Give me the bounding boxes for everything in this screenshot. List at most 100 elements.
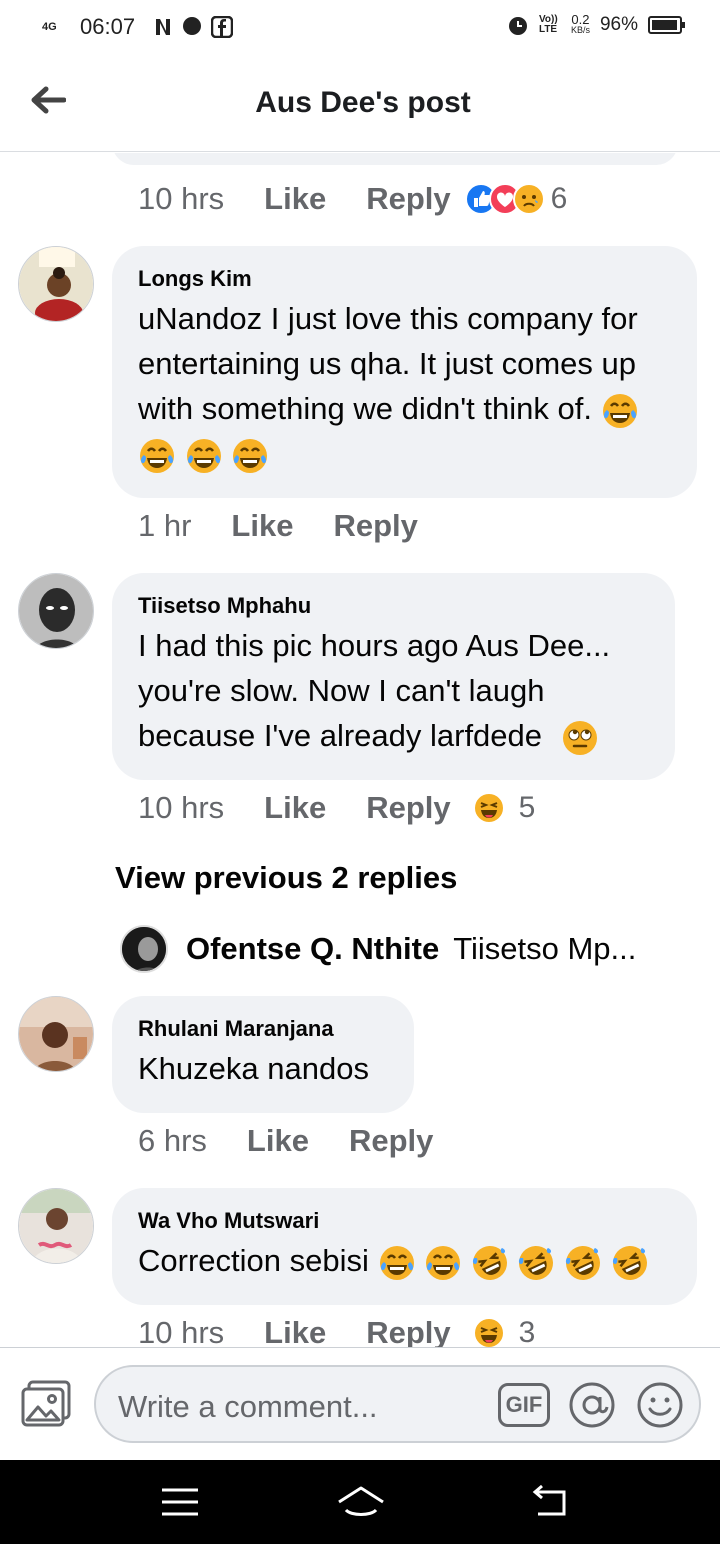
menu-button[interactable] bbox=[158, 1482, 202, 1522]
comment-body: I had this pic hours ago Aus Dee... you'… bbox=[138, 628, 611, 753]
rolling-laughing-emoji-icon bbox=[519, 1245, 554, 1280]
comment-bubble[interactable]: Wa Vho Mutswari Correction sebisi bbox=[112, 1188, 697, 1305]
battery-icon bbox=[648, 16, 685, 34]
battery-level bbox=[652, 20, 677, 30]
facebook-icon bbox=[211, 16, 234, 38]
rolling-laughing-emoji-icon bbox=[612, 1245, 647, 1280]
alarm-icon bbox=[508, 17, 527, 35]
comment-author[interactable]: Rhulani Maranjana bbox=[138, 1016, 388, 1042]
comment-composer: GIF bbox=[0, 1347, 720, 1460]
comment-text: Correction sebisi bbox=[138, 1238, 671, 1283]
like-button[interactable]: Like bbox=[264, 181, 326, 217]
like-button[interactable]: Like bbox=[264, 1315, 326, 1347]
reply-button[interactable]: Reply bbox=[333, 508, 417, 544]
network-indicator: 4G bbox=[42, 21, 57, 33]
network-speed-unit: KB/s bbox=[570, 25, 590, 35]
network-speed-value: 0.2 bbox=[571, 12, 590, 27]
network-speed: 0.2 KB/s bbox=[570, 12, 590, 35]
avatar[interactable] bbox=[18, 996, 94, 1072]
reply-button[interactable]: Reply bbox=[366, 181, 450, 217]
comment-body: Correction sebisi bbox=[138, 1243, 369, 1278]
reactions-summary[interactable]: 5 bbox=[472, 791, 536, 825]
status-bar: 4G 06:07 Vo)) LTE 0.2 KB/s 96% bbox=[0, 0, 720, 56]
comment-author[interactable]: Tiisetso Mphahu bbox=[138, 593, 649, 619]
eye-roll-emoji-icon bbox=[562, 720, 597, 755]
like-button[interactable]: Like bbox=[264, 790, 326, 826]
comment-bubble[interactable]: Tiisetso Mphahu I had this pic hours ago… bbox=[112, 573, 675, 780]
reply-button[interactable]: Reply bbox=[366, 790, 450, 826]
reply-snippet: Tiisetso Mp... bbox=[453, 931, 637, 966]
comment-time: 10 hrs bbox=[138, 790, 225, 825]
reply-button[interactable]: Reply bbox=[366, 1315, 450, 1347]
avatar-image bbox=[19, 997, 93, 1071]
photo-icon bbox=[21, 1380, 71, 1427]
at-icon bbox=[569, 1382, 615, 1428]
comment-text: Khuzeka nandos bbox=[138, 1051, 369, 1086]
add-photo-button[interactable] bbox=[20, 1380, 72, 1428]
comment-author[interactable]: Longs Kim bbox=[138, 266, 671, 292]
home-button[interactable] bbox=[336, 1482, 386, 1522]
comment-time: 10 hrs bbox=[138, 1315, 225, 1347]
tears-of-joy-emoji-icon bbox=[140, 438, 174, 473]
comment-time: 1 hr bbox=[138, 508, 192, 543]
tears-of-joy-emoji-icon bbox=[426, 1245, 461, 1280]
menu-icon bbox=[162, 1488, 198, 1516]
rolling-laughing-emoji-icon bbox=[565, 1245, 600, 1280]
back-nav-icon bbox=[532, 1484, 566, 1516]
like-button[interactable]: Like bbox=[247, 1123, 309, 1159]
previous-comment-bubble bbox=[112, 153, 678, 165]
home-icon bbox=[338, 1486, 384, 1516]
reply-author[interactable]: Ofentse Q. Nthite bbox=[186, 931, 439, 967]
comment-time: 10 hrs bbox=[138, 181, 225, 216]
battery-percent: 96% bbox=[599, 14, 638, 35]
avatar-image bbox=[19, 574, 93, 648]
view-previous-replies-link[interactable]: View previous 2 replies bbox=[115, 860, 457, 896]
avatar-image bbox=[122, 927, 166, 971]
messenger-icon bbox=[183, 17, 202, 35]
avatar[interactable] bbox=[120, 925, 168, 973]
mention-button[interactable] bbox=[568, 1381, 616, 1429]
comment-text: I had this pic hours ago Aus Dee... you'… bbox=[138, 623, 649, 758]
comment-actions: 10 hrs Like Reply 6 bbox=[138, 181, 567, 217]
reaction-count: 3 bbox=[518, 1316, 536, 1347]
reaction-count: 5 bbox=[518, 791, 536, 824]
comment-input[interactable] bbox=[118, 1389, 478, 1425]
page-title: Aus Dee's post bbox=[255, 86, 471, 119]
like-button[interactable]: Like bbox=[231, 508, 293, 544]
app-header: Aus Dee's post bbox=[0, 56, 720, 152]
emoji-button[interactable] bbox=[636, 1381, 684, 1429]
reply-button[interactable]: Reply bbox=[349, 1123, 433, 1159]
avatar[interactable] bbox=[18, 246, 94, 322]
reply-preview[interactable]: Ofentse Q. Nthite Tiisetso Mp... bbox=[120, 925, 636, 973]
emoji-row bbox=[378, 1243, 649, 1280]
volte-indicator: Vo)) LTE bbox=[538, 14, 558, 35]
tears-of-joy-emoji-icon bbox=[233, 438, 268, 473]
comments-feed[interactable]: 10 hrs Like Reply 6 Longs Kim uNandoz I … bbox=[0, 153, 720, 1347]
comment-time: 6 hrs bbox=[138, 1123, 207, 1158]
comment-body: uNandoz I just love this company for ent… bbox=[138, 301, 638, 426]
comment-box: GIF bbox=[94, 1365, 701, 1443]
tears-of-joy-emoji-icon bbox=[379, 1245, 414, 1280]
reactions-summary[interactable]: 3 bbox=[472, 1316, 536, 1347]
rolling-laughing-emoji-icon bbox=[472, 1245, 507, 1280]
sad-reaction-icon bbox=[512, 183, 545, 215]
comment-author[interactable]: Wa Vho Mutswari bbox=[138, 1208, 671, 1234]
smiley-icon bbox=[637, 1382, 683, 1428]
tears-of-joy-emoji-icon bbox=[186, 438, 221, 473]
haha-reaction-icon bbox=[472, 1317, 505, 1347]
avatar[interactable] bbox=[18, 1188, 94, 1264]
comment-bubble[interactable]: Rhulani Maranjana Khuzeka nandos bbox=[112, 996, 414, 1113]
system-nav-bar bbox=[0, 1460, 720, 1544]
comment-bubble[interactable]: Longs Kim uNandoz I just love this compa… bbox=[112, 246, 697, 498]
gif-button[interactable]: GIF bbox=[498, 1383, 550, 1427]
avatar-image bbox=[19, 247, 93, 321]
reaction-count: 6 bbox=[550, 182, 568, 215]
netflix-icon bbox=[156, 19, 171, 35]
avatar[interactable] bbox=[18, 573, 94, 649]
status-time: 06:07 bbox=[80, 14, 136, 39]
haha-reaction-icon bbox=[472, 792, 505, 824]
back-nav-button[interactable] bbox=[528, 1482, 572, 1522]
comment-actions: 10 hrs Like Reply 3 bbox=[138, 1315, 535, 1347]
avatar-image bbox=[19, 1189, 93, 1263]
reactions-summary[interactable]: 6 bbox=[464, 182, 568, 216]
